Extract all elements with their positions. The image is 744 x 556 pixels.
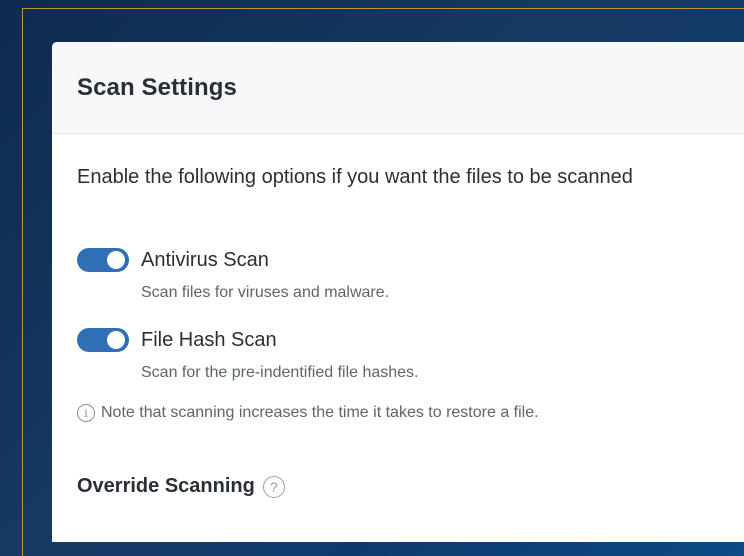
option-antivirus-scan: Antivirus Scan Scan files for viruses an…	[77, 248, 389, 302]
toggle-knob	[107, 331, 125, 349]
card-header: Scan Settings	[52, 42, 744, 134]
info-icon: i	[77, 404, 95, 422]
antivirus-scan-label: Antivirus Scan	[141, 248, 269, 271]
help-icon[interactable]: ?	[262, 475, 285, 498]
override-scanning-title: Override Scanning	[77, 475, 255, 497]
override-scanning-section: Override Scanning ?	[77, 475, 285, 498]
antivirus-scan-description: Scan files for viruses and malware.	[141, 284, 390, 301]
card-title: Scan Settings	[77, 73, 238, 101]
option-row: Antivirus Scan	[77, 248, 389, 272]
scan-settings-card: Scan Settings Enable the following optio…	[52, 42, 744, 542]
option-row: File Hash Scan	[77, 328, 419, 352]
antivirus-scan-toggle[interactable]	[77, 248, 129, 272]
option-file-hash-scan: File Hash Scan Scan for the pre-indentif…	[77, 328, 419, 382]
scan-note: i Note that scanning increases the time …	[77, 404, 539, 422]
file-hash-scan-description: Scan for the pre-indentified file hashes…	[141, 364, 419, 381]
intro-text: Enable the following options if you want…	[77, 166, 633, 188]
note-text: Note that scanning increases the time it…	[101, 404, 539, 421]
toggle-knob	[107, 251, 125, 269]
file-hash-scan-toggle[interactable]	[77, 328, 129, 352]
file-hash-scan-label: File Hash Scan	[141, 328, 277, 351]
